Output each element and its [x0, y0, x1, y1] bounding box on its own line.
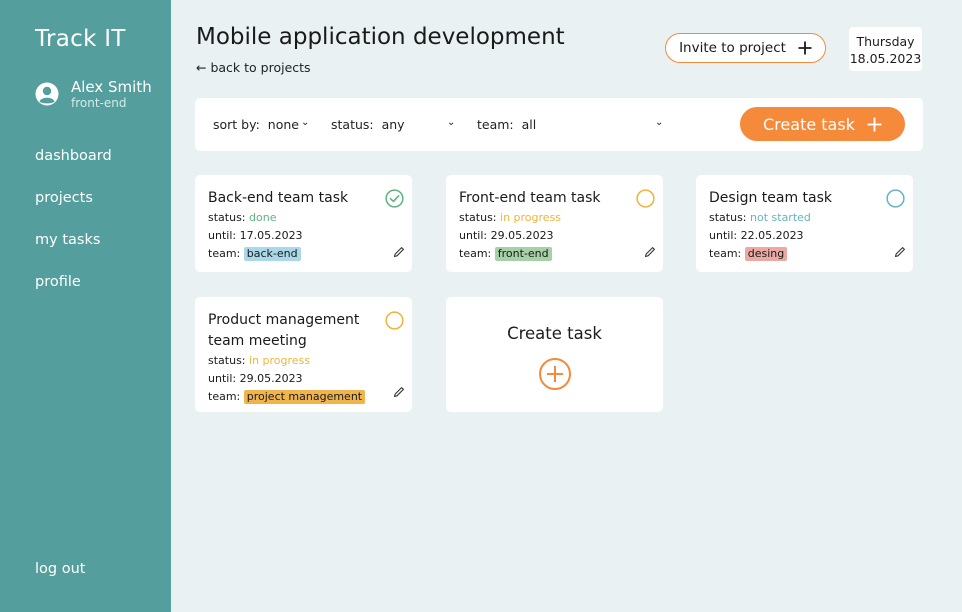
- team-label: team:: [208, 390, 241, 403]
- back-to-projects-link[interactable]: ← back to projects: [196, 60, 311, 75]
- page-title: Mobile application development: [196, 24, 565, 50]
- task-status-row: status: not started: [709, 209, 913, 227]
- task-card[interactable]: Front-end team task status: in progress …: [446, 175, 663, 272]
- task-status: in progress: [500, 211, 562, 224]
- filter-toolbar: sort by: none ⌄ status: any ⌄ team: all …: [195, 98, 923, 151]
- status-label: status:: [709, 211, 747, 224]
- status-label: status:: [208, 211, 246, 224]
- sort-value: none: [267, 117, 299, 132]
- sort-dropdown[interactable]: sort by: none ⌄: [213, 117, 313, 132]
- weekday: Thursday: [856, 34, 915, 49]
- until-label: until:: [709, 229, 738, 242]
- circle-icon[interactable]: [886, 189, 905, 208]
- add-circle-icon: [538, 358, 571, 390]
- task-title: Design team task: [709, 190, 833, 206]
- pencil-icon[interactable]: [894, 246, 906, 258]
- task-team-row: team: front-end: [459, 245, 663, 263]
- circle-icon[interactable]: [385, 311, 404, 330]
- team-label: team:: [709, 247, 742, 260]
- pencil-icon[interactable]: [393, 386, 405, 398]
- user-profile: Alex Smith front-end: [35, 79, 152, 110]
- sidebar-item-profile[interactable]: profile: [35, 273, 112, 315]
- task-title: Back-end team task: [208, 190, 349, 206]
- team-dropdown[interactable]: team: all ⌄: [477, 117, 677, 132]
- task-card[interactable]: Design team task status: not started unt…: [696, 175, 913, 272]
- create-task-label: Create task: [763, 114, 855, 134]
- status-value: any: [381, 117, 405, 132]
- sidebar-item-my-tasks[interactable]: my tasks: [35, 231, 112, 273]
- task-due-date: 29.05.2023: [490, 229, 554, 242]
- main-content: Mobile application development ← back to…: [171, 0, 962, 612]
- team-label: team:: [477, 117, 514, 132]
- until-label: until:: [208, 229, 237, 242]
- team-label: team:: [459, 247, 492, 260]
- task-team-row: team: desing: [709, 245, 913, 263]
- sidebar: Track IT Alex Smith front-end dashboard …: [0, 0, 171, 612]
- task-status-row: status: done: [208, 209, 412, 227]
- task-due-row: until: 29.05.2023: [459, 227, 663, 245]
- team-label: team:: [208, 247, 241, 260]
- user-avatar-icon: [35, 82, 59, 106]
- task-team-row: team: project management: [208, 388, 412, 406]
- status-dropdown[interactable]: status: any ⌄: [331, 117, 461, 132]
- sidebar-item-dashboard[interactable]: dashboard: [35, 147, 112, 189]
- team-tag: back-end: [243, 247, 301, 261]
- task-title: Product management team meeting: [208, 312, 360, 349]
- plus-icon: [867, 117, 882, 131]
- create-task-card-label: Create task: [507, 324, 602, 343]
- check-circle-icon[interactable]: [385, 189, 404, 208]
- task-status: not started: [750, 211, 811, 224]
- create-task-button[interactable]: Create task: [740, 107, 905, 141]
- sidebar-item-projects[interactable]: projects: [35, 189, 112, 231]
- pencil-icon[interactable]: [644, 246, 656, 258]
- circle-icon[interactable]: [636, 189, 655, 208]
- invite-to-project-button[interactable]: Invite to project: [665, 33, 826, 63]
- team-tag: front-end: [494, 247, 552, 261]
- task-due-date: 29.05.2023: [239, 372, 303, 385]
- plus-icon: [798, 41, 812, 55]
- task-status: in progress: [249, 354, 311, 367]
- pencil-icon[interactable]: [393, 246, 405, 258]
- create-task-card[interactable]: Create task: [446, 297, 663, 412]
- invite-label: Invite to project: [679, 40, 786, 56]
- task-due-row: until: 29.05.2023: [208, 370, 412, 388]
- date: 18.05.2023: [849, 51, 922, 66]
- status-label: status:: [459, 211, 497, 224]
- chevron-down-icon: ⌄: [655, 117, 664, 128]
- team-value: all: [521, 117, 537, 132]
- task-due-date: 22.05.2023: [740, 229, 804, 242]
- task-title: Front-end team task: [459, 190, 601, 206]
- task-card[interactable]: Back-end team task status: done until: 1…: [195, 175, 412, 272]
- date-display: Thursday 18.05.2023: [849, 27, 922, 71]
- task-card[interactable]: Product management team meeting status: …: [195, 297, 412, 412]
- chevron-down-icon: ⌄: [301, 117, 310, 128]
- chevron-down-icon: ⌄: [447, 117, 456, 128]
- team-tag: project management: [243, 390, 366, 404]
- user-name: Alex Smith: [71, 78, 152, 96]
- sort-label: sort by:: [213, 117, 260, 132]
- task-status-row: status: in progress: [208, 352, 412, 370]
- task-due-row: until: 22.05.2023: [709, 227, 913, 245]
- status-label: status:: [208, 354, 246, 367]
- team-tag: desing: [744, 247, 788, 261]
- until-label: until:: [208, 372, 237, 385]
- task-status: done: [249, 211, 277, 224]
- task-team-row: team: back-end: [208, 245, 412, 263]
- task-status-row: status: in progress: [459, 209, 663, 227]
- sidebar-nav: dashboard projects my tasks profile: [35, 147, 112, 315]
- app-logo: Track IT: [35, 26, 126, 52]
- logout-link[interactable]: log out: [35, 561, 85, 577]
- task-due-row: until: 17.05.2023: [208, 227, 412, 245]
- task-due-date: 17.05.2023: [239, 229, 303, 242]
- until-label: until:: [459, 229, 488, 242]
- user-role: front-end: [71, 96, 127, 110]
- status-label: status:: [331, 117, 374, 132]
